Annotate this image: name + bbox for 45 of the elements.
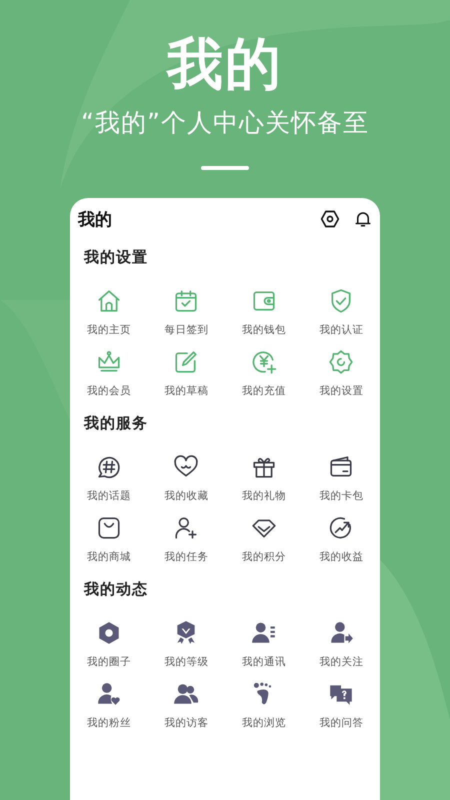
user-arrow-icon: [328, 620, 354, 646]
card-title: 我的: [78, 208, 113, 230]
settings-button[interactable]: [320, 209, 340, 229]
menu-item[interactable]: 我的礼物: [242, 454, 286, 503]
menu-item[interactable]: 我的商城: [86, 515, 131, 564]
menu-item[interactable]: 我的话题: [86, 454, 131, 503]
menu-item[interactable]: 我的卡包: [319, 454, 364, 503]
bag-icon: [96, 515, 122, 541]
user-plus-icon: [173, 515, 200, 541]
menu-item[interactable]: 每日签到: [164, 288, 208, 337]
menu-item[interactable]: 我的认证: [319, 288, 364, 337]
menu-item[interactable]: 我的圈子: [86, 620, 131, 669]
menu-item[interactable]: 我的积分: [242, 515, 286, 564]
pencil-icon: [173, 349, 200, 375]
menu-item[interactable]: 我的会员: [86, 349, 131, 398]
home-icon: [96, 288, 122, 314]
menu-item[interactable]: 我的收益: [319, 515, 364, 564]
section-title: 我的设置: [82, 247, 149, 268]
menu-item[interactable]: 我的问答: [319, 681, 364, 730]
section-title: 我的动态: [82, 579, 149, 600]
menu-item[interactable]: 我的设置: [319, 349, 364, 398]
menu-item[interactable]: 我的钱包: [242, 288, 286, 337]
menu-item[interactable]: 我的主页: [86, 288, 131, 337]
menu-item[interactable]: 我的浏览: [242, 681, 286, 730]
settings-icon: [320, 209, 340, 229]
menu-item[interactable]: 我的等级: [164, 620, 208, 669]
menu-item[interactable]: 我的关注: [319, 620, 364, 669]
menu-item[interactable]: 我的收藏: [164, 454, 208, 503]
user-heart-icon: [96, 681, 122, 707]
section-title: 我的服务: [82, 413, 149, 434]
menu-item[interactable]: 我的访客: [164, 681, 208, 730]
menu-item[interactable]: 我的粉丝: [86, 681, 131, 730]
calendar-icon: [173, 288, 200, 314]
menu-item[interactable]: 我的草稿: [164, 349, 208, 398]
contacts-icon: [250, 620, 277, 646]
hero-subtitle: “我的”个人中心关怀备至: [81, 107, 369, 139]
hashtag-icon: [96, 454, 122, 480]
menu-item[interactable]: 我的任务: [164, 515, 208, 564]
notification-button[interactable]: [354, 210, 372, 228]
coin-icon: [250, 349, 277, 375]
menu-item[interactable]: 我的充值: [242, 349, 286, 398]
gear-icon: [328, 349, 354, 375]
hero-title: 我的: [167, 31, 283, 99]
menu-item[interactable]: 我的通讯: [242, 620, 286, 669]
bell-icon: [354, 210, 372, 228]
